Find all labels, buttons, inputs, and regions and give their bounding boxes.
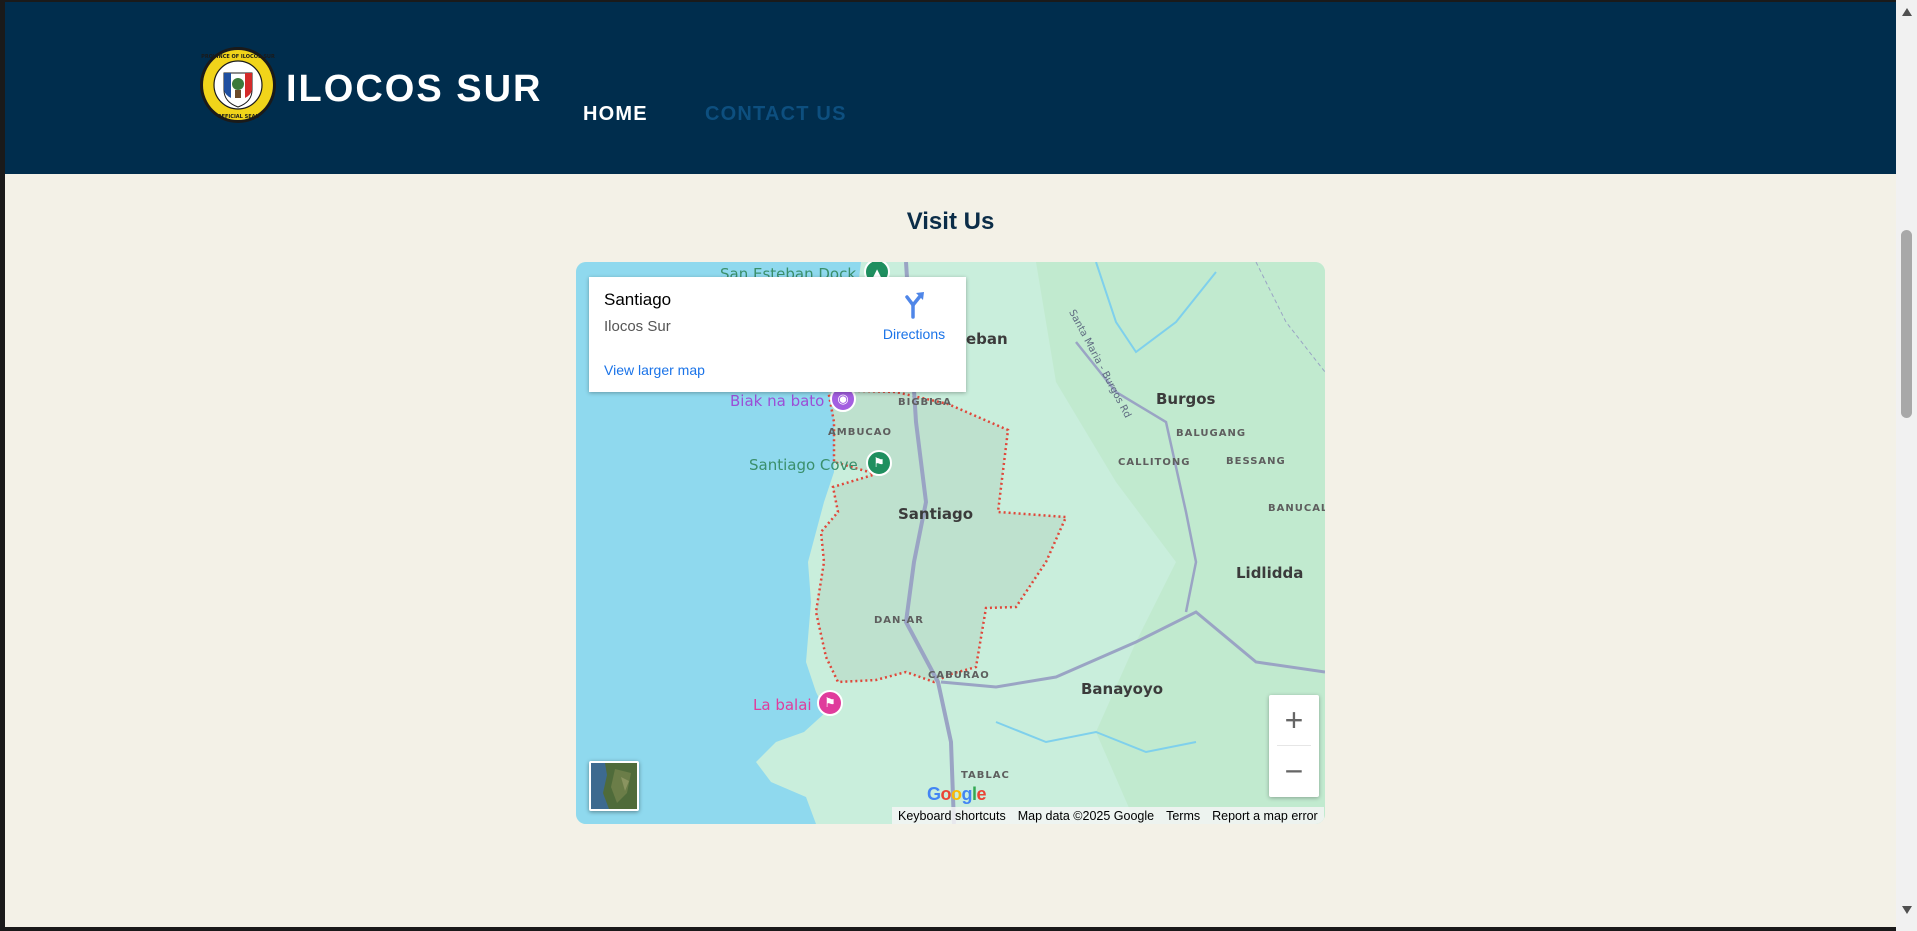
nav-home-link[interactable]: HOME (583, 103, 648, 126)
directions-icon (905, 292, 924, 319)
barangay-label: AMBUCAO (828, 427, 893, 438)
page-scrollbar[interactable] (1896, 0, 1917, 931)
barangay-label: DAN-AR (874, 615, 924, 626)
town-label-burgos: Burgos (1156, 390, 1216, 408)
scroll-down-arrow-icon[interactable] (1902, 906, 1912, 914)
zoom-out-button[interactable]: − (1269, 746, 1319, 796)
scroll-thumb[interactable] (1901, 230, 1912, 418)
section-title: Visit Us (906, 208, 995, 235)
map-data-text: Map data ©2025 Google (1017, 808, 1155, 823)
site-header: PROVINCE OF ILOCOS SUR OFFICIAL SEAL ILO… (5, 2, 1896, 174)
directions-label: Directions (882, 326, 946, 342)
place-info-card: Santiago Ilocos Sur View larger map Dire… (589, 277, 966, 392)
satellite-layer-toggle[interactable] (589, 761, 639, 811)
directions-button[interactable]: Directions (869, 289, 959, 349)
scroll-up-arrow-icon[interactable] (1902, 8, 1912, 16)
satellite-thumbnail-icon (591, 763, 637, 809)
barangay-label: CALLITONG (1118, 457, 1191, 468)
town-label-eban: eban (966, 330, 1008, 348)
barangay-label: BANUCAL (1268, 503, 1325, 514)
barangay-label: BIGBIGA (898, 397, 952, 408)
barangay-label: BALUGANG (1176, 428, 1247, 439)
barangay-label: CABURAO (928, 670, 990, 681)
svg-text:PROVINCE OF ILOCOS SUR: PROVINCE OF ILOCOS SUR (201, 54, 275, 60)
poi-label-santiago-cove: Santiago Cove (749, 456, 858, 474)
town-label-santiago: Santiago (898, 505, 974, 523)
town-label-banayoyo: Banayoyo (1081, 680, 1164, 698)
town-label-lidlidda: Lidlidda (1236, 564, 1304, 582)
view-larger-map-link[interactable]: View larger map (604, 362, 705, 378)
place-subtitle: Ilocos Sur (604, 318, 671, 335)
zoom-control: + − (1269, 695, 1319, 797)
resort-icon[interactable]: ⚑ (817, 690, 843, 716)
page: PROVINCE OF ILOCOS SUR OFFICIAL SEAL ILO… (5, 2, 1896, 927)
place-title: Santiago (604, 290, 672, 309)
terms-link[interactable]: Terms (1160, 809, 1206, 823)
map-attribution-bar: Keyboard shortcuts Map data ©2025 Google… (892, 807, 1324, 824)
barangay-label: BESSANG (1226, 456, 1286, 467)
poi-label-la-balai: La balai (753, 696, 812, 714)
zoom-in-button[interactable]: + (1269, 695, 1319, 745)
keyboard-shortcuts-link[interactable]: Keyboard shortcuts (892, 809, 1012, 823)
barangay-label: TABLAC (961, 770, 1010, 781)
google-logo: Google (927, 784, 987, 804)
embedded-map[interactable]: San Esteban Dock ▲ eban Burgos Santiago … (576, 262, 1325, 824)
nav-contact-link[interactable]: CONTACT US (705, 103, 847, 126)
report-map-error-link[interactable]: Report a map error (1206, 809, 1324, 823)
province-seal-icon[interactable]: PROVINCE OF ILOCOS SUR OFFICIAL SEAL (199, 46, 277, 124)
poi-label-biak-na-bato: Biak na bato (730, 392, 825, 410)
beach-icon[interactable]: ⚑ (866, 450, 892, 476)
site-brand: ILOCOS SUR (286, 68, 543, 110)
svg-text:OFFICIAL SEAL: OFFICIAL SEAL (217, 114, 259, 120)
